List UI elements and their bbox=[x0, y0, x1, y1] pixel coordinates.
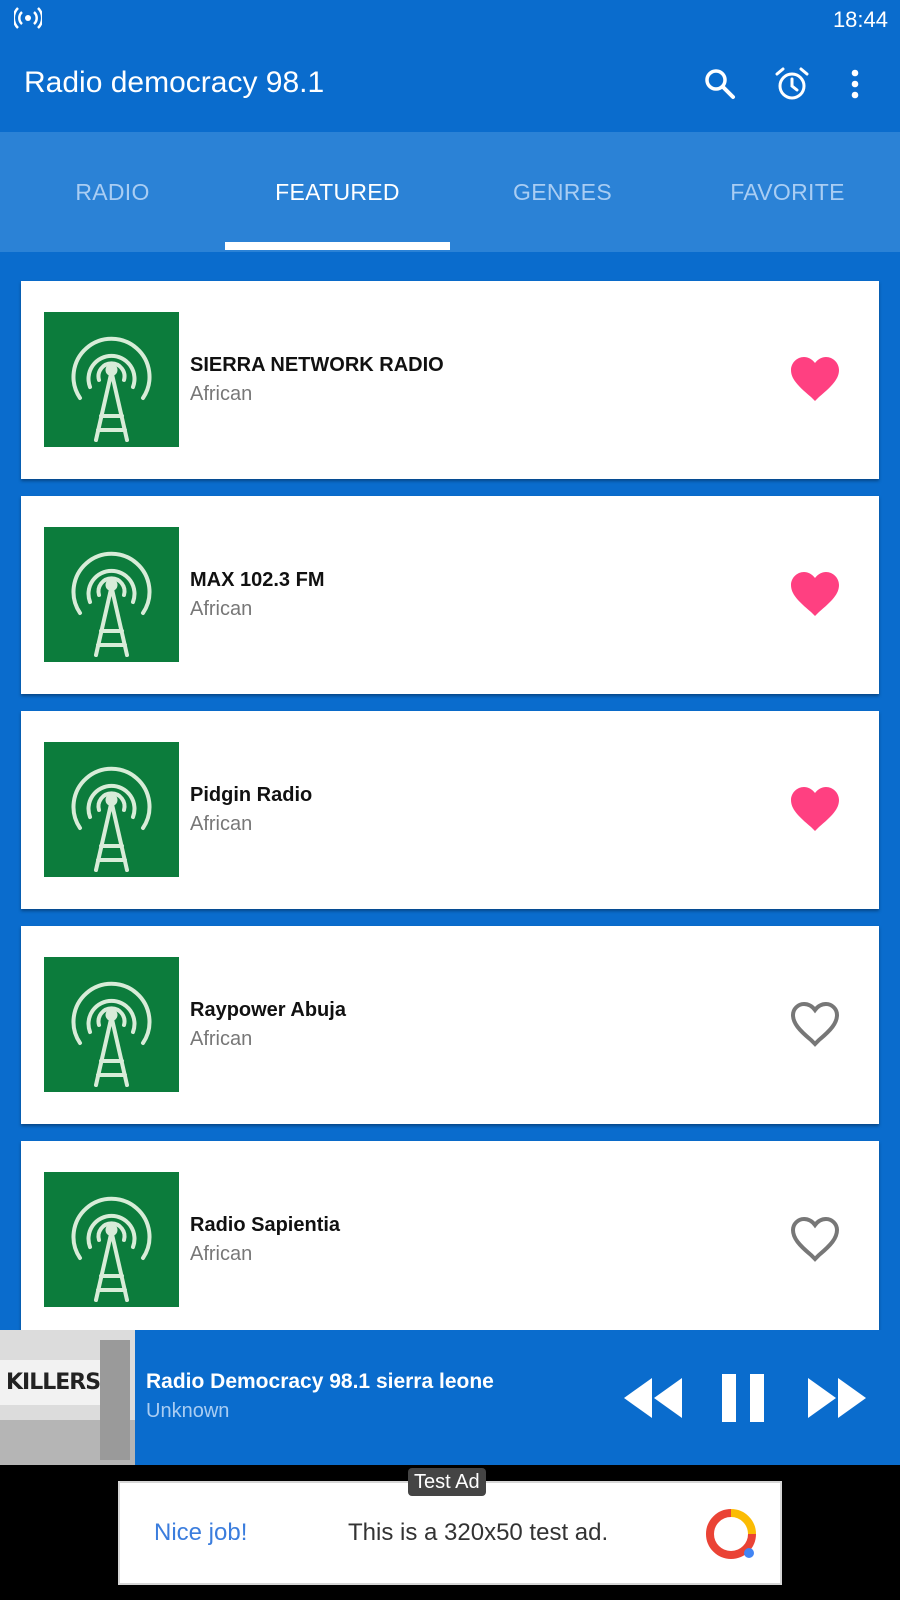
fast-forward-icon[interactable] bbox=[806, 1372, 868, 1424]
pause-icon[interactable] bbox=[720, 1372, 766, 1424]
alarm-icon[interactable] bbox=[772, 64, 812, 104]
album-art: KILLERS bbox=[0, 1330, 135, 1465]
station-list[interactable]: SIERRA NETWORK RADIO African MAX 102.3 F… bbox=[0, 252, 900, 1330]
heart-outline-icon[interactable] bbox=[789, 1000, 841, 1050]
station-card[interactable]: Radio Sapientia African bbox=[21, 1141, 879, 1330]
station-genre: African bbox=[190, 598, 253, 620]
app-bar: Radio democracy 98.1 bbox=[0, 38, 900, 132]
album-art-text: KILLERS bbox=[6, 1370, 101, 1395]
station-card[interactable]: Pidgin Radio African bbox=[21, 711, 879, 909]
ad-nice-text: Nice job! bbox=[154, 1519, 248, 1546]
station-logo bbox=[44, 312, 179, 447]
admob-logo-icon bbox=[706, 1509, 756, 1559]
station-genre: African bbox=[190, 1028, 253, 1050]
station-name: SIERRA NETWORK RADIO bbox=[190, 354, 444, 376]
station-name: Pidgin Radio bbox=[190, 784, 313, 806]
tab-indicator bbox=[225, 242, 450, 250]
status-bar: 18:44 bbox=[0, 0, 900, 38]
status-clock: 18:44 bbox=[832, 7, 888, 32]
station-logo bbox=[44, 1172, 179, 1307]
hotspot-icon bbox=[14, 7, 42, 29]
ad-banner[interactable]: Nice job! This is a 320x50 test ad. bbox=[118, 1481, 782, 1585]
tab-featured[interactable]: FEATURED bbox=[225, 132, 450, 252]
station-card[interactable]: MAX 102.3 FM African bbox=[21, 496, 879, 694]
now-playing-artist: Unknown bbox=[146, 1400, 230, 1422]
radio-tower-icon bbox=[71, 1196, 152, 1302]
station-name: Raypower Abuja bbox=[190, 999, 346, 1021]
station-card[interactable]: Raypower Abuja African bbox=[21, 926, 879, 1124]
station-logo bbox=[44, 527, 179, 662]
tab-favorite[interactable]: FAVORITE bbox=[675, 132, 900, 252]
station-logo bbox=[44, 957, 179, 1092]
ad-area: Nice job! This is a 320x50 test ad. Test… bbox=[0, 1465, 900, 1600]
player-bar[interactable]: KILLERS Radio Democracy 98.1 sierra leon… bbox=[0, 1330, 900, 1465]
station-logo bbox=[44, 742, 179, 877]
station-card[interactable]: SIERRA NETWORK RADIO African bbox=[21, 281, 879, 479]
rewind-icon[interactable] bbox=[622, 1372, 684, 1424]
tab-radio[interactable]: RADIO bbox=[0, 132, 225, 252]
radio-tower-icon bbox=[71, 336, 152, 442]
radio-tower-icon bbox=[71, 766, 152, 872]
radio-tower-icon bbox=[71, 551, 152, 657]
station-genre: African bbox=[190, 383, 253, 405]
more-vert-icon[interactable] bbox=[835, 64, 875, 104]
station-name: MAX 102.3 FM bbox=[190, 569, 325, 591]
heart-filled-icon[interactable] bbox=[789, 355, 841, 405]
heart-filled-icon[interactable] bbox=[789, 785, 841, 835]
radio-tower-icon bbox=[71, 981, 152, 1087]
test-ad-label: Test Ad bbox=[408, 1468, 486, 1496]
station-genre: African bbox=[190, 1243, 253, 1265]
heart-outline-icon[interactable] bbox=[789, 1215, 841, 1265]
ad-body-text: This is a 320x50 test ad. bbox=[348, 1519, 609, 1546]
album-art-image bbox=[0, 1330, 135, 1465]
tab-genres[interactable]: GENRES bbox=[450, 132, 675, 252]
station-name: Radio Sapientia bbox=[190, 1214, 341, 1236]
station-genre: African bbox=[190, 813, 253, 835]
heart-filled-icon[interactable] bbox=[789, 570, 841, 620]
tab-bar: RADIO FEATURED GENRES FAVORITE bbox=[0, 132, 900, 252]
search-icon[interactable] bbox=[700, 64, 740, 104]
app-title: Radio democracy 98.1 bbox=[24, 66, 325, 99]
now-playing-title: Radio Democracy 98.1 sierra leone bbox=[146, 1370, 494, 1393]
